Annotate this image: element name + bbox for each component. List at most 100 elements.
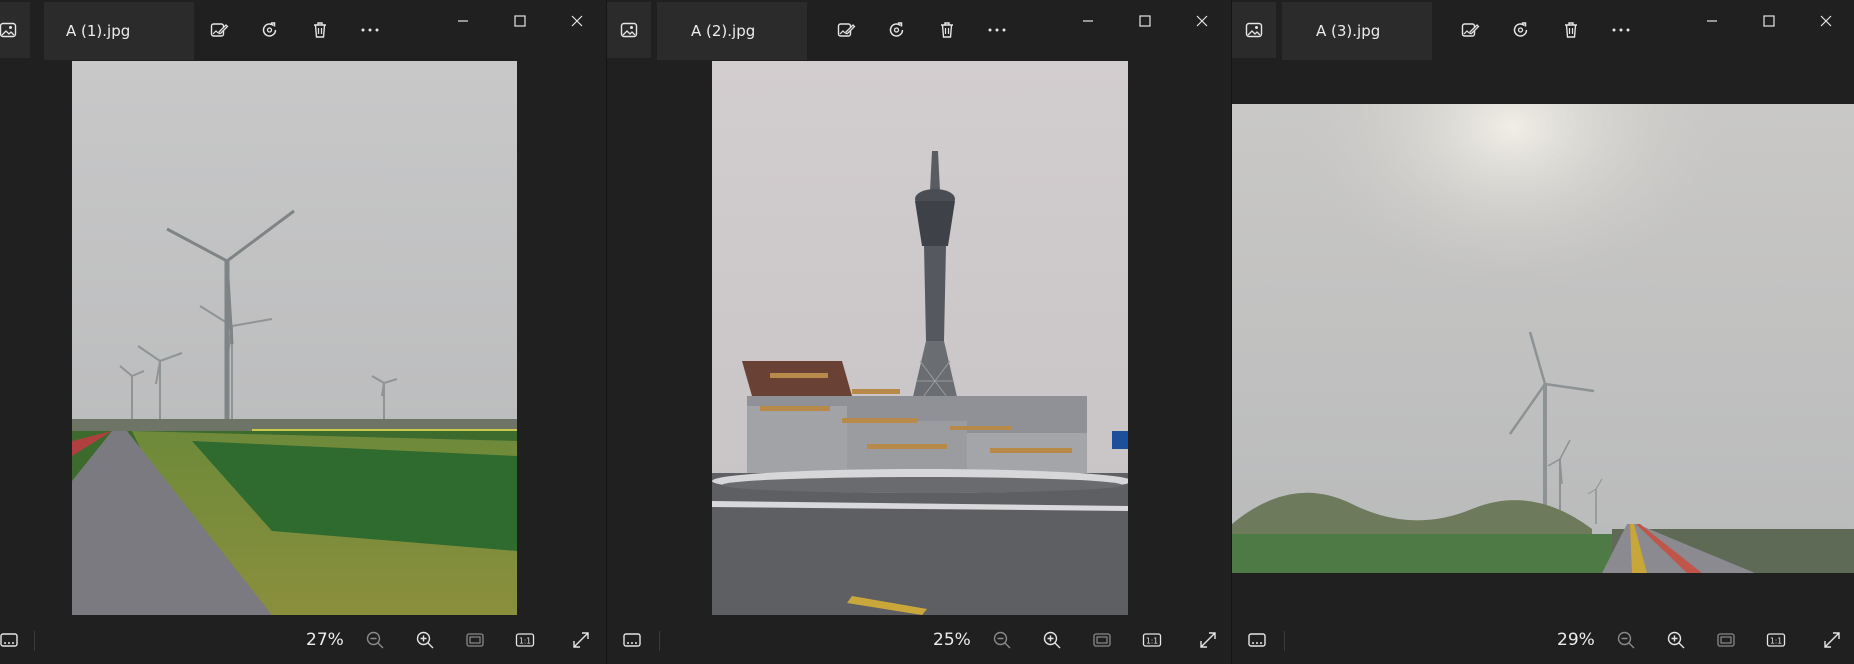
delete-button[interactable]: [933, 16, 961, 44]
full-screen-button[interactable]: [1193, 625, 1223, 655]
zoom-out-icon: [366, 631, 384, 649]
more-options-button[interactable]: [356, 16, 384, 44]
rotate-button[interactable]: [883, 16, 911, 44]
maximize-icon: [514, 15, 526, 27]
actual-size-button[interactable]: 1:1: [1761, 625, 1791, 655]
photo-window-3: A (3).jpg 29% 1:1: [1231, 0, 1854, 664]
edit-image-button[interactable]: [1456, 16, 1484, 44]
edit-image-icon: [837, 23, 856, 37]
photo-window-1: A (1).jpg 27% 1:1: [0, 0, 606, 664]
divider: [34, 631, 35, 651]
turbine-road-photo: [1232, 104, 1854, 573]
minimize-icon: [1707, 20, 1717, 22]
zoom-out-button[interactable]: [987, 625, 1017, 655]
filmstrip-button[interactable]: [617, 625, 647, 655]
maximize-button[interactable]: [1122, 6, 1168, 36]
actual-size-button[interactable]: 1:1: [1137, 625, 1167, 655]
expand-icon: [1200, 632, 1216, 648]
rotate-button[interactable]: [1507, 16, 1535, 44]
zoom-in-icon: [1043, 631, 1061, 649]
more-ellipsis-icon: [1612, 28, 1630, 32]
title-bar[interactable]: A (1).jpg: [0, 0, 606, 60]
edit-image-icon: [210, 23, 229, 37]
zoom-out-icon: [993, 631, 1011, 649]
minimize-icon: [458, 20, 468, 22]
maximize-button[interactable]: [1746, 6, 1792, 36]
actual-size-icon: 1:1: [1766, 633, 1786, 647]
app-menu-button[interactable]: [607, 2, 651, 58]
app-menu-button[interactable]: [0, 2, 30, 58]
actual-size-icon: 1:1: [515, 633, 535, 647]
zoom-out-button[interactable]: [1611, 625, 1641, 655]
fit-to-window-button[interactable]: [1087, 625, 1117, 655]
full-screen-button[interactable]: [1817, 625, 1847, 655]
trash-icon: [1565, 22, 1577, 38]
rotate-icon: [262, 22, 277, 37]
actual-size-icon: 1:1: [1142, 633, 1162, 647]
title-bar[interactable]: A (2).jpg: [607, 0, 1231, 60]
actual-size-label: 1:1: [1146, 637, 1158, 646]
delete-button[interactable]: [1557, 16, 1585, 44]
file-name: A (2).jpg: [691, 22, 756, 40]
more-options-button[interactable]: [983, 16, 1011, 44]
divider: [1284, 631, 1285, 651]
photos-app-icon: [0, 22, 17, 38]
maximize-icon: [1763, 15, 1775, 27]
title-bar[interactable]: A (3).jpg: [1232, 0, 1854, 60]
bottom-bar: 29% 1:1: [1232, 615, 1854, 664]
zoom-in-button[interactable]: [410, 625, 440, 655]
rotate-icon: [1513, 22, 1528, 37]
observation-tower-photo: [712, 61, 1128, 615]
expand-icon: [1824, 632, 1840, 648]
minimize-icon: [1083, 20, 1093, 22]
actual-size-button[interactable]: 1:1: [510, 625, 540, 655]
filmstrip-icon: [1248, 633, 1266, 647]
maximize-button[interactable]: [497, 6, 543, 36]
delete-button[interactable]: [306, 16, 334, 44]
more-options-button[interactable]: [1607, 16, 1635, 44]
close-icon: [1820, 15, 1832, 27]
photos-app-icon: [1245, 22, 1263, 38]
trash-icon: [314, 22, 326, 38]
close-button[interactable]: [1179, 6, 1225, 36]
wind-turbine-photo: [72, 61, 517, 615]
zoom-out-button[interactable]: [360, 625, 390, 655]
close-button[interactable]: [1803, 6, 1849, 36]
fit-window-icon: [1717, 633, 1735, 647]
minimize-button[interactable]: [1065, 6, 1111, 36]
bottom-bar: 25% 1:1: [607, 615, 1231, 664]
zoom-level: 29%: [1557, 630, 1595, 650]
minimize-button[interactable]: [1689, 6, 1735, 36]
photo-window-2: A (2).jpg 25% 1:1: [606, 0, 1231, 664]
close-icon: [571, 15, 583, 27]
maximize-icon: [1139, 15, 1151, 27]
app-menu-button[interactable]: [1232, 2, 1276, 58]
zoom-in-button[interactable]: [1037, 625, 1067, 655]
photo-image[interactable]: [712, 61, 1128, 615]
zoom-in-icon: [416, 631, 434, 649]
photo-image[interactable]: [1232, 104, 1854, 573]
screen: A (1).jpg 27% 1:1 A (2).jpg 25% 1:1 A (3…: [0, 0, 1854, 664]
filmstrip-button[interactable]: [0, 625, 24, 655]
more-ellipsis-icon: [988, 28, 1006, 32]
filmstrip-icon: [623, 633, 641, 647]
edit-image-button[interactable]: [832, 16, 860, 44]
minimize-button[interactable]: [440, 6, 486, 36]
file-name: A (3).jpg: [1316, 22, 1381, 40]
fit-to-window-button[interactable]: [1711, 625, 1741, 655]
rotate-icon: [889, 22, 904, 37]
divider: [659, 631, 660, 651]
fit-to-window-button[interactable]: [460, 625, 490, 655]
filmstrip-button[interactable]: [1242, 625, 1272, 655]
filmstrip-icon: [0, 633, 18, 647]
fit-window-icon: [466, 633, 484, 647]
close-button[interactable]: [554, 6, 600, 36]
rotate-button[interactable]: [256, 16, 284, 44]
photo-image[interactable]: [72, 61, 517, 615]
full-screen-button[interactable]: [566, 625, 596, 655]
trash-icon: [941, 22, 953, 38]
more-ellipsis-icon: [361, 28, 379, 32]
edit-image-button[interactable]: [205, 16, 233, 44]
expand-icon: [573, 632, 589, 648]
zoom-in-button[interactable]: [1661, 625, 1691, 655]
